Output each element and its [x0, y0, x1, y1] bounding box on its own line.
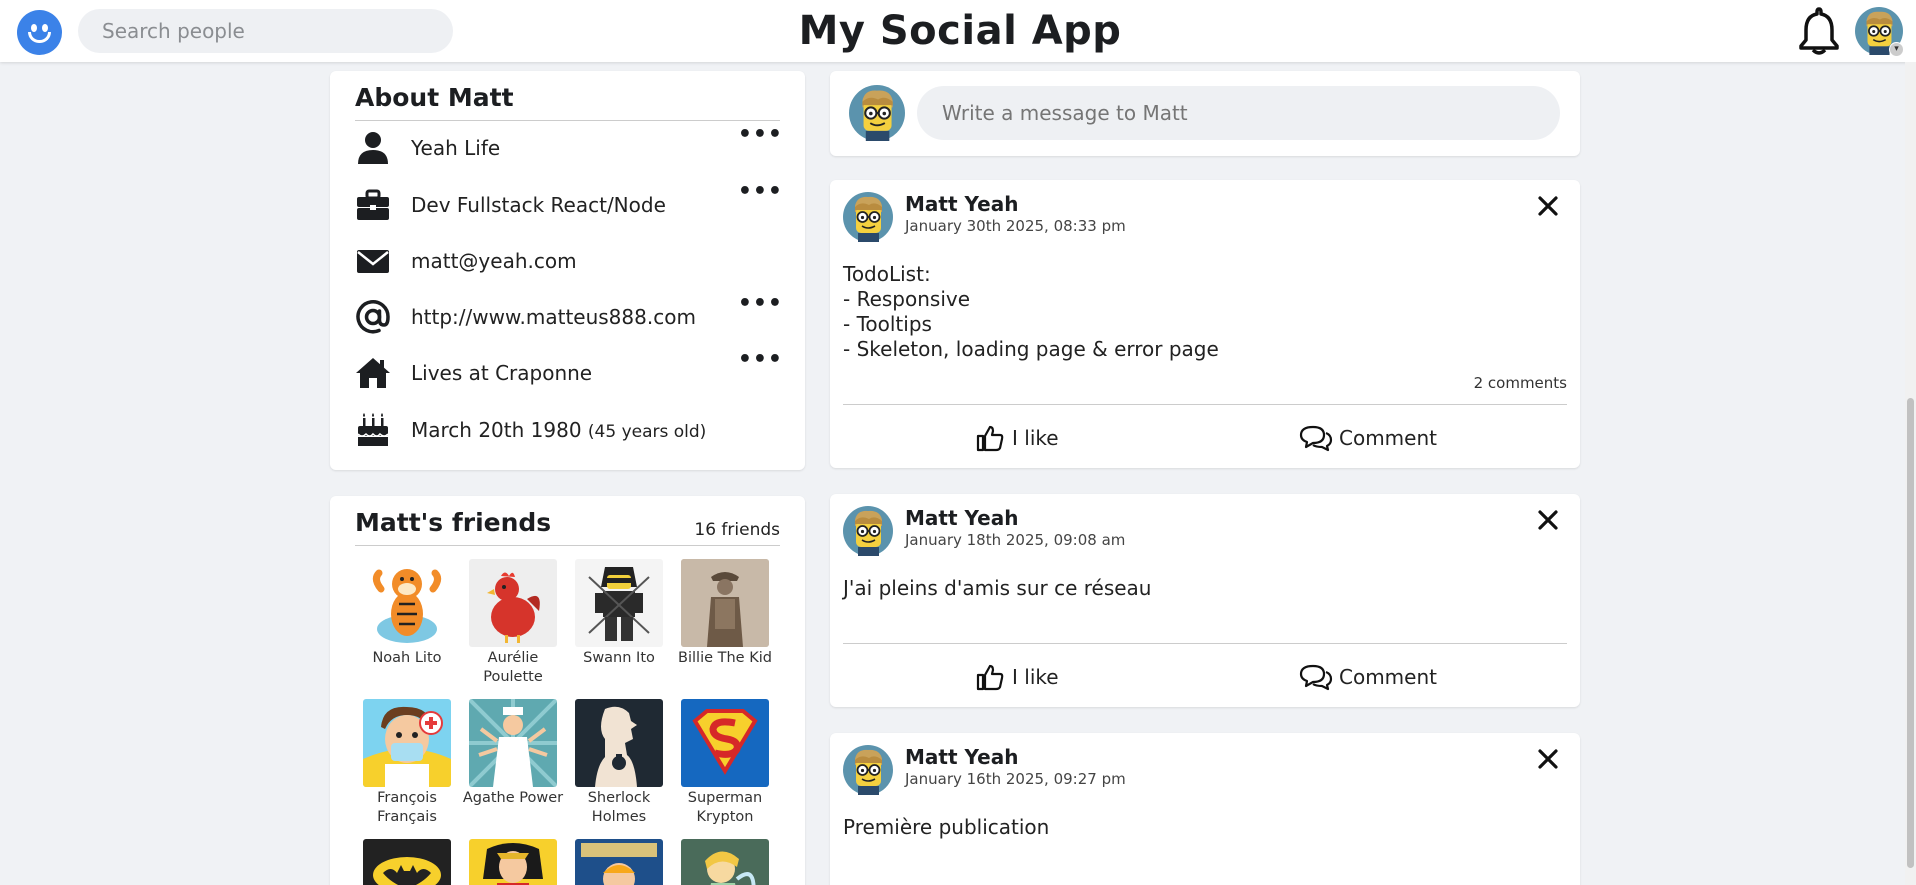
search-input[interactable] [78, 9, 453, 53]
friend-avatar[interactable] [363, 839, 451, 885]
post-author[interactable]: Matt Yeah [905, 745, 1018, 769]
comments-icon [1299, 425, 1333, 452]
divider [355, 545, 780, 546]
about-item-text: http://www.matteus888.com [411, 305, 696, 329]
about-item-text: March 20th 1980 (45 years old) [411, 418, 706, 442]
about-item-email: matt@yeah.com [355, 241, 785, 281]
birthday-cake-icon [357, 413, 389, 446]
post-author[interactable]: Matt Yeah [905, 192, 1018, 216]
more-options-icon[interactable]: ••• [738, 124, 783, 146]
about-title: About Matt [355, 83, 514, 112]
friend-name[interactable]: Superman Krypton [672, 789, 778, 827]
page-scrollbar[interactable] [1905, 62, 1916, 885]
about-item-text: Dev Fullstack React/Node [411, 193, 666, 217]
comments-count[interactable]: 2 comments [1474, 374, 1567, 392]
friend-avatar[interactable] [469, 559, 557, 647]
about-item-work: Dev Fullstack React/Node ••• [355, 181, 785, 225]
friend-name[interactable]: Agathe Power [460, 789, 566, 808]
post-composer [830, 71, 1580, 156]
friend-avatar[interactable] [469, 699, 557, 787]
about-item-text: Yeah Life [411, 136, 501, 160]
post-card: Matt Yeah January 18th 2025, 09:08 am J'… [830, 494, 1580, 707]
friend-name[interactable]: François Français [354, 789, 460, 827]
briefcase-icon [357, 189, 389, 220]
close-icon[interactable] [1536, 747, 1560, 771]
about-item-birthday: March 20th 1980 (45 years old) [355, 410, 785, 450]
app-title: My Social App [798, 8, 1122, 54]
home-icon [356, 358, 390, 388]
friend-avatar[interactable] [363, 559, 451, 647]
divider [843, 404, 1567, 405]
at-icon [356, 300, 390, 334]
author-avatar[interactable] [843, 506, 893, 556]
comments-icon [1299, 664, 1333, 691]
about-item-website: http://www.matteus888.com ••• [355, 293, 785, 337]
friends-title: Matt's friends [355, 508, 552, 537]
author-avatar[interactable] [843, 192, 893, 242]
user-avatar [849, 85, 905, 141]
chevron-down-icon[interactable]: ▾ [1889, 42, 1904, 57]
birthday-date: March 20th 1980 [411, 418, 582, 442]
user-icon [358, 132, 388, 164]
friend-name[interactable]: Noah Lito [354, 649, 460, 668]
post-body: J'ai pleins d'amis sur ce réseau [843, 576, 1152, 600]
post-author[interactable]: Matt Yeah [905, 506, 1018, 530]
friend-avatar[interactable] [681, 559, 769, 647]
divider [355, 120, 780, 121]
top-bar: My Social App ▾ [0, 0, 1916, 62]
post-card: Matt Yeah January 16th 2025, 09:27 pm Pr… [830, 733, 1580, 885]
comment-label[interactable]: Comment [1339, 665, 1437, 689]
post-date: January 16th 2025, 09:27 pm [905, 770, 1126, 788]
comment-button[interactable]: Comment [1299, 420, 1449, 456]
like-label[interactable]: I like [1012, 665, 1059, 689]
birthday-age: (45 years old) [587, 422, 707, 442]
about-item-text: Lives at Craponne [411, 361, 593, 385]
post-card: Matt Yeah January 30th 2025, 08:33 pm To… [830, 180, 1580, 468]
about-item-text: matt@yeah.com [411, 249, 577, 273]
friends-card: Matt's friends 16 friends Noah Lito Auré… [330, 496, 805, 885]
friend-avatar[interactable] [575, 699, 663, 787]
comment-label[interactable]: Comment [1339, 426, 1437, 450]
friend-avatar[interactable] [575, 559, 663, 647]
like-button[interactable]: I like [976, 659, 1086, 695]
like-button[interactable]: I like [976, 420, 1086, 456]
friend-name[interactable]: Billie The Kid [672, 649, 778, 668]
post-date: January 30th 2025, 08:33 pm [905, 217, 1126, 235]
close-icon[interactable] [1536, 194, 1560, 218]
app-logo-icon[interactable] [17, 10, 62, 55]
about-card: About Matt Yeah Life ••• Dev Fullstack R… [330, 71, 805, 470]
notification-bell-icon[interactable] [1795, 6, 1843, 56]
friend-avatar[interactable] [681, 839, 769, 885]
divider [843, 643, 1567, 644]
more-options-icon[interactable]: ••• [738, 349, 783, 371]
thumbs-up-icon [976, 425, 1004, 452]
friend-avatar[interactable] [575, 839, 663, 885]
friend-avatar[interactable] [681, 699, 769, 787]
more-options-icon[interactable]: ••• [738, 181, 783, 203]
friend-name[interactable]: Aurélie Poulette [460, 649, 566, 687]
post-date: January 18th 2025, 09:08 am [905, 531, 1126, 549]
post-body: TodoList: - Responsive - Tooltips - Skel… [843, 262, 1219, 361]
friends-count: 16 friends [694, 520, 780, 540]
more-options-icon[interactable]: ••• [738, 293, 783, 315]
scrollbar-thumb[interactable] [1907, 398, 1914, 868]
friend-avatar[interactable] [469, 839, 557, 885]
friend-name[interactable]: Sherlock Holmes [566, 789, 672, 827]
thumbs-up-icon [976, 664, 1004, 691]
friend-avatar[interactable] [363, 699, 451, 787]
about-item-life: Yeah Life ••• [355, 124, 785, 168]
write-message-input[interactable] [917, 86, 1560, 140]
author-avatar[interactable] [843, 745, 893, 795]
post-body: Première publication [843, 815, 1050, 839]
close-icon[interactable] [1536, 508, 1560, 532]
envelope-icon [357, 250, 389, 273]
comment-button[interactable]: Comment [1299, 659, 1449, 695]
friend-name[interactable]: Swann Ito [566, 649, 672, 668]
about-item-home: Lives at Craponne ••• [355, 349, 785, 393]
like-label[interactable]: I like [1012, 426, 1059, 450]
